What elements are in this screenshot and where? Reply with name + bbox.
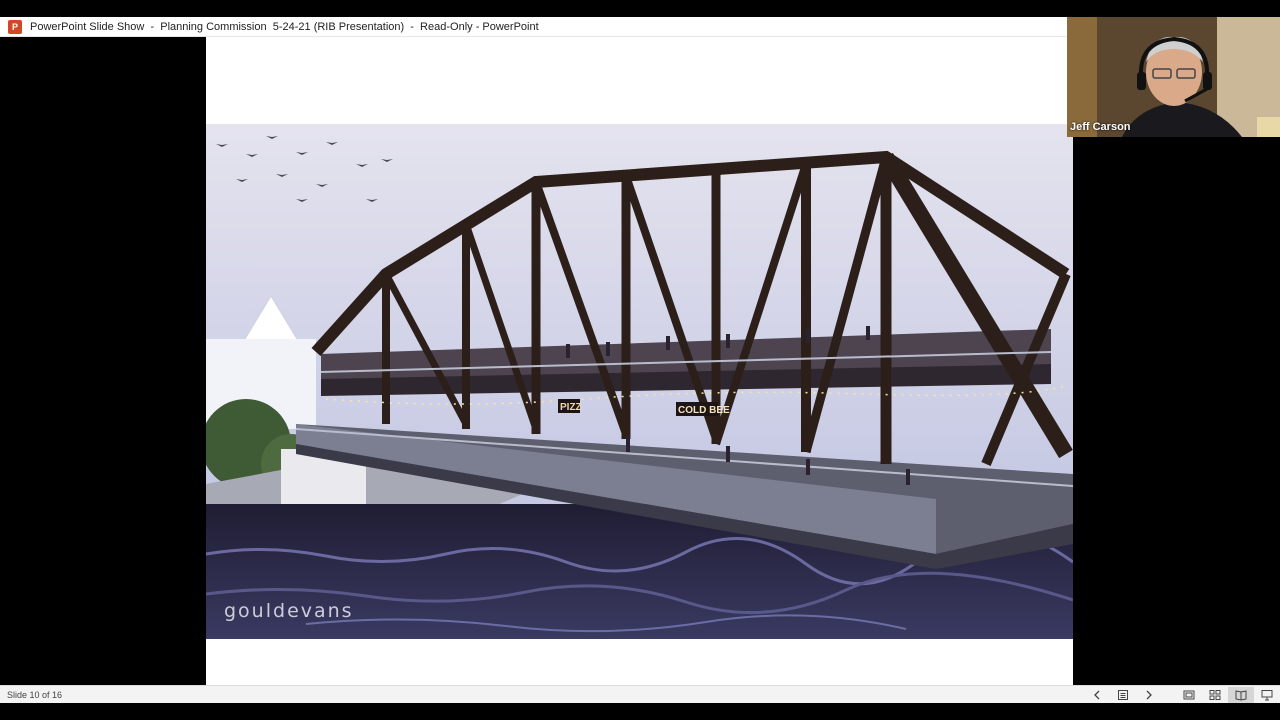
slide-menu-icon[interactable] — [1110, 687, 1136, 703]
powerpoint-icon: P — [8, 19, 22, 34]
chevron-right-icon[interactable] — [1136, 687, 1162, 703]
slide-sorter-icon[interactable] — [1202, 687, 1228, 703]
participant-name-label: Jeff Carson — [1070, 121, 1131, 133]
cold-beer-sign: COLD BEE — [678, 405, 730, 416]
window-titlebar: P PowerPoint Slide Show - Planning Commi… — [0, 17, 1067, 37]
reading-view-icon[interactable] — [1228, 687, 1254, 703]
participant-video[interactable]: Jeff Carson — [1067, 17, 1280, 137]
slideshow-statusbar: Slide 10 of 16 — [0, 685, 1280, 703]
slide-show-icon[interactable] — [1254, 687, 1280, 703]
gouldevans-watermark: gouldevans — [224, 600, 354, 622]
chevron-left-icon[interactable] — [1084, 687, 1110, 703]
pizza-sign: PIZZ — [560, 402, 582, 413]
bottom-black-bar — [0, 703, 1280, 720]
bridge-rendering-image: PIZZ COLD BEE — [206, 124, 1073, 639]
window-title: PowerPoint Slide Show - Planning Commiss… — [30, 20, 539, 33]
slide-counter: Slide 10 of 16 — [7, 689, 63, 700]
view-controls — [1084, 686, 1280, 704]
normal-view-icon[interactable] — [1176, 687, 1202, 703]
top-black-bar — [0, 0, 1280, 17]
